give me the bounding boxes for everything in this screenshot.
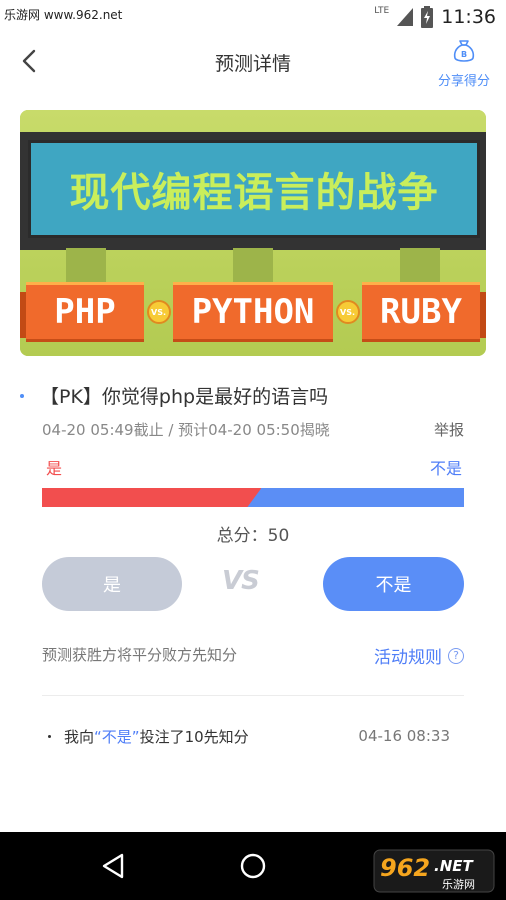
share-label: 分享得分 xyxy=(437,74,490,89)
total-score-label: 总分： xyxy=(216,526,268,546)
bet-record-item: 我向“不是”投注了10先知分 04-16 08:33 xyxy=(42,726,464,748)
banner-title-panel: 现代编程语言的战争 xyxy=(28,140,480,238)
banner-ribbon: PHP VS. PYTHON VS. RUBY xyxy=(26,282,480,342)
status-icons: LTE 11:36 xyxy=(374,4,496,30)
logo-text: 乐游网 xyxy=(442,878,475,891)
rule-description: 预测获胜方将平分败方先知分 xyxy=(42,646,238,664)
share-earn-button[interactable]: B 分享得分 xyxy=(434,38,494,89)
bet-record-prefix: 我向 xyxy=(64,728,95,746)
vote-ratio-bar xyxy=(42,488,464,507)
ribbon-language: PHP xyxy=(26,282,144,342)
activity-rules-link[interactable]: 活动规则 ? xyxy=(374,643,464,668)
bet-record-text: 我向“不是”投注了10先知分 xyxy=(64,726,249,747)
banner-image: 现代编程语言的战争 PHP VS. PYTHON VS. RUBY xyxy=(20,110,486,356)
bullet-dot xyxy=(48,735,51,738)
question-deadline: 04-20 05:49截止 / 预计04-20 05:50揭晓 xyxy=(42,421,330,439)
bet-record-choice: “不是” xyxy=(94,728,140,746)
banner-support xyxy=(400,248,440,284)
report-link[interactable]: 举报 xyxy=(434,419,464,440)
vote-no-button[interactable]: 不是 xyxy=(323,557,464,611)
option-no-label: 不是 xyxy=(429,459,462,478)
option-yes-label: 是 xyxy=(46,459,63,478)
clock: 11:36 xyxy=(441,6,496,28)
logo-number: 962 xyxy=(380,854,430,882)
signal-icon xyxy=(397,8,414,26)
banner-support xyxy=(66,248,106,284)
nav-home-button[interactable] xyxy=(237,850,269,882)
total-score: 总分：50 xyxy=(0,521,506,546)
status-bar: 乐游网 www.962.net LTE 11:36 xyxy=(0,0,506,34)
bet-record-time: 04-16 08:33 xyxy=(358,727,450,745)
nav-back-button[interactable] xyxy=(98,850,130,882)
banner-support xyxy=(233,248,273,284)
bullet-dot xyxy=(20,394,24,398)
banner-title: 现代编程语言的战争 xyxy=(69,170,439,216)
vs-mark: VS xyxy=(222,566,260,596)
vote-yes-button[interactable]: 是 xyxy=(42,557,182,611)
ribbon-language: PYTHON xyxy=(173,282,333,342)
page-title: 预测详情 xyxy=(214,53,291,75)
site-logo-watermark: 962 .NET 乐游网 xyxy=(373,849,495,893)
ribbon-language: RUBY xyxy=(362,282,480,342)
question-title: 【PK】你觉得php是最好的语言吗 xyxy=(40,386,329,408)
battery-charging-icon xyxy=(421,6,434,28)
help-icon: ? xyxy=(448,647,464,664)
app-header: 预测详情 B 分享得分 xyxy=(0,34,506,90)
logo-suffix: .NET xyxy=(434,857,474,875)
circle-home-icon xyxy=(240,853,266,879)
total-score-value: 50 xyxy=(267,526,290,546)
money-bag-glyph: B xyxy=(461,50,467,59)
system-nav-bar: 962 .NET 乐游网 xyxy=(0,832,506,900)
triangle-back-icon xyxy=(102,853,124,879)
site-watermark: 乐游网 www.962.net xyxy=(4,8,123,22)
bet-record-suffix: 投注了10先知分 xyxy=(139,728,249,746)
vs-badge: VS. xyxy=(146,300,171,324)
money-bag-icon: B xyxy=(453,40,475,62)
vote-ratio-yes-fill xyxy=(42,488,261,507)
activity-rules-label: 活动规则 xyxy=(374,648,442,668)
vs-badge: VS. xyxy=(335,300,360,324)
network-type: LTE xyxy=(374,6,390,16)
divider xyxy=(42,695,464,696)
